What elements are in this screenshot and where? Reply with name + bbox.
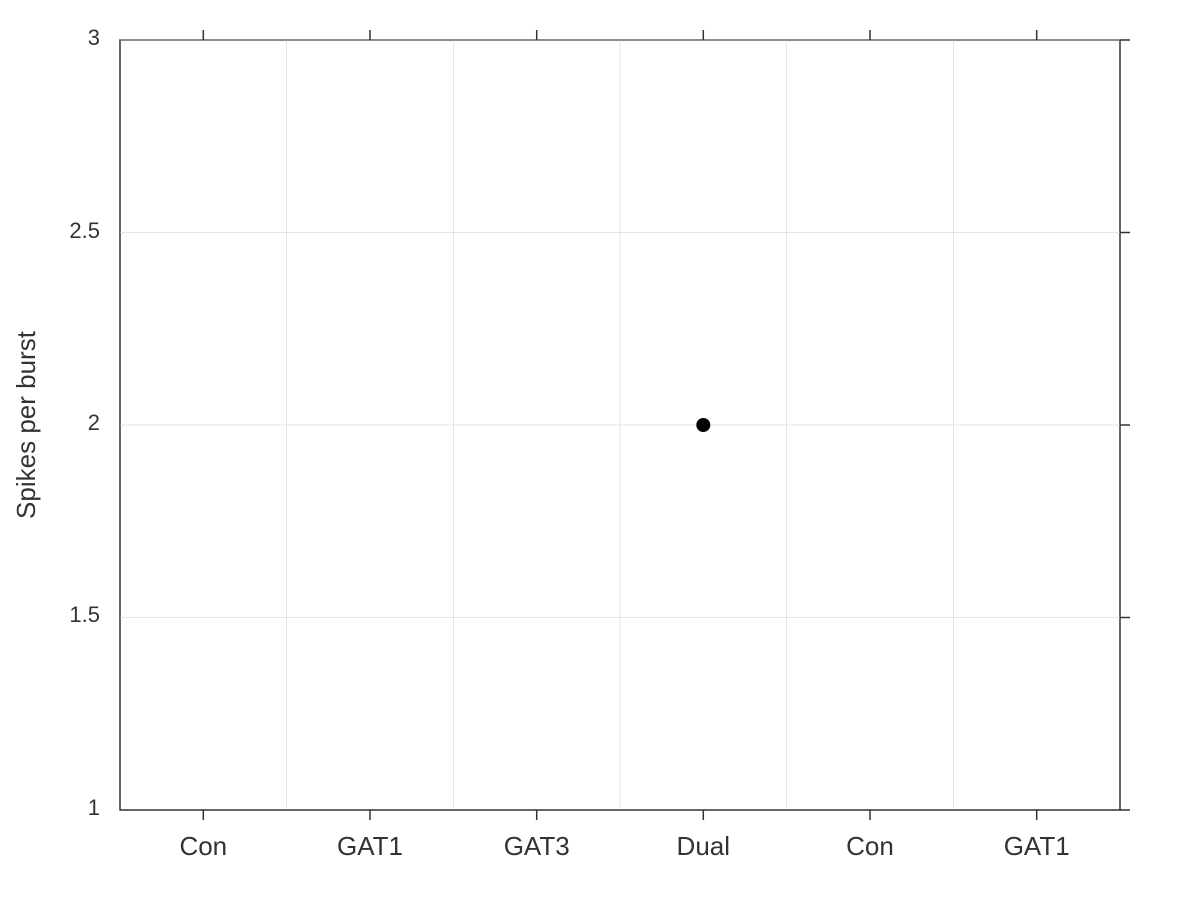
y-tick-label-2: 2 bbox=[88, 410, 100, 435]
y-tick-label-1: 1 bbox=[88, 795, 100, 820]
x-label-con1: Con bbox=[179, 831, 227, 861]
scatter-plot: 3 2.5 2 1.5 1 bbox=[0, 0, 1200, 900]
y-tick-label-3: 3 bbox=[88, 25, 100, 50]
x-label-gat1: GAT1 bbox=[337, 831, 403, 861]
data-point-dual bbox=[696, 418, 710, 432]
x-label-dual: Dual bbox=[677, 831, 730, 861]
x-label-gat3: GAT3 bbox=[504, 831, 570, 861]
x-label-gat1-2: GAT1 bbox=[1004, 831, 1070, 861]
x-label-con2: Con bbox=[846, 831, 894, 861]
y-tick-label-2.5: 2.5 bbox=[69, 218, 100, 243]
chart-container: 3 2.5 2 1.5 1 bbox=[0, 0, 1200, 900]
y-tick-label-1.5: 1.5 bbox=[69, 602, 100, 627]
y-axis-label: Spikes per burst bbox=[11, 330, 41, 519]
